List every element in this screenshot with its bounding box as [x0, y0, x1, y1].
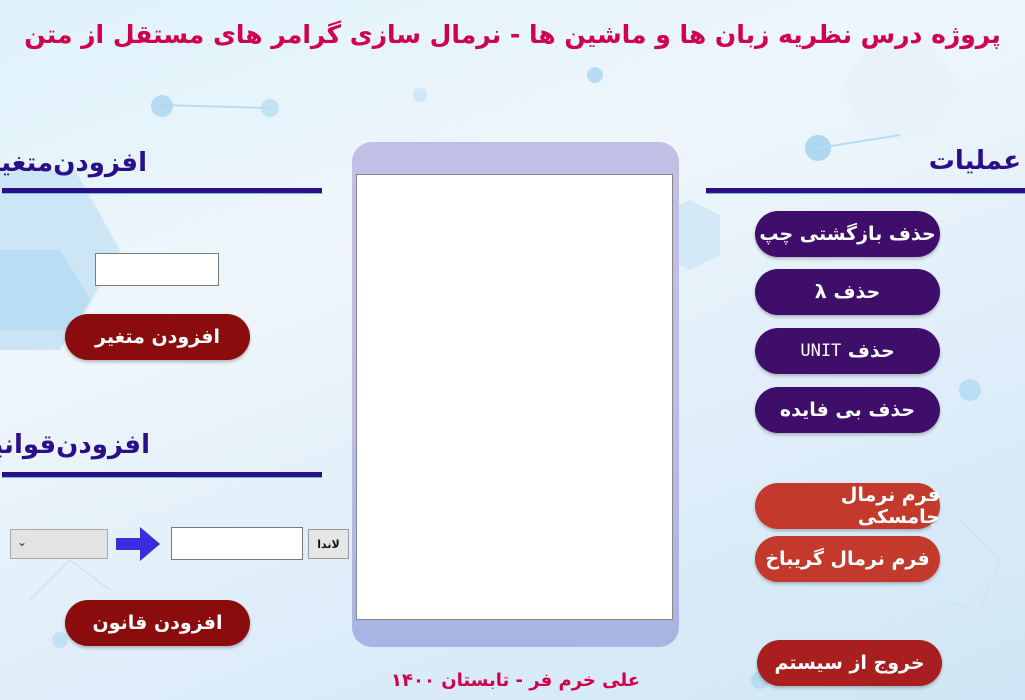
operations-divider — [706, 188, 1025, 193]
rule-production-input[interactable] — [171, 527, 303, 560]
footer-credit: علی خرم فر - تابستان ۱۴۰۰ — [390, 670, 641, 691]
remove-lambda-label: حذف — [833, 281, 881, 303]
add-variable-button[interactable]: افزودن متغیر — [65, 314, 250, 360]
grammar-list[interactable] — [356, 174, 673, 620]
lambda-button[interactable]: لاندا — [308, 529, 349, 559]
remove-useless-button[interactable]: حذف بی فایده — [755, 387, 940, 433]
remove-lambda-button[interactable]: حذف λ — [755, 269, 940, 315]
remove-unit-button[interactable]: حذف UNIT — [755, 328, 940, 374]
chomsky-normal-form-button[interactable]: فرم نرمال چامسکی — [755, 483, 940, 529]
exit-button[interactable]: خروج از سیستم — [757, 640, 942, 686]
add-rule-button[interactable]: افزودن قانون — [65, 600, 250, 646]
arrow-right-icon — [116, 527, 160, 561]
operations-section-title: عملیات — [928, 146, 1021, 176]
lambda-symbol: λ — [814, 281, 827, 303]
add-rules-section-title: افزودن‌قوانین — [0, 430, 150, 460]
remove-unit-label: حذف — [847, 340, 895, 362]
page-title: پروژه درس نظریه زبان ها و ماشین ها - نرم… — [24, 20, 1001, 49]
add-variable-divider — [2, 188, 322, 193]
variable-input[interactable] — [95, 253, 219, 286]
rule-variable-select[interactable]: ⌄ — [10, 529, 108, 559]
add-rules-divider — [2, 472, 322, 477]
greibach-normal-form-button[interactable]: فرم نرمال گریباخ — [755, 536, 940, 582]
add-variable-section-title: افزودن‌متغیر — [0, 148, 147, 178]
chevron-down-icon: ⌄ — [17, 535, 28, 549]
unit-word: UNIT — [800, 341, 842, 361]
remove-left-recursion-button[interactable]: حذف بازگشتی چپ — [755, 211, 940, 257]
